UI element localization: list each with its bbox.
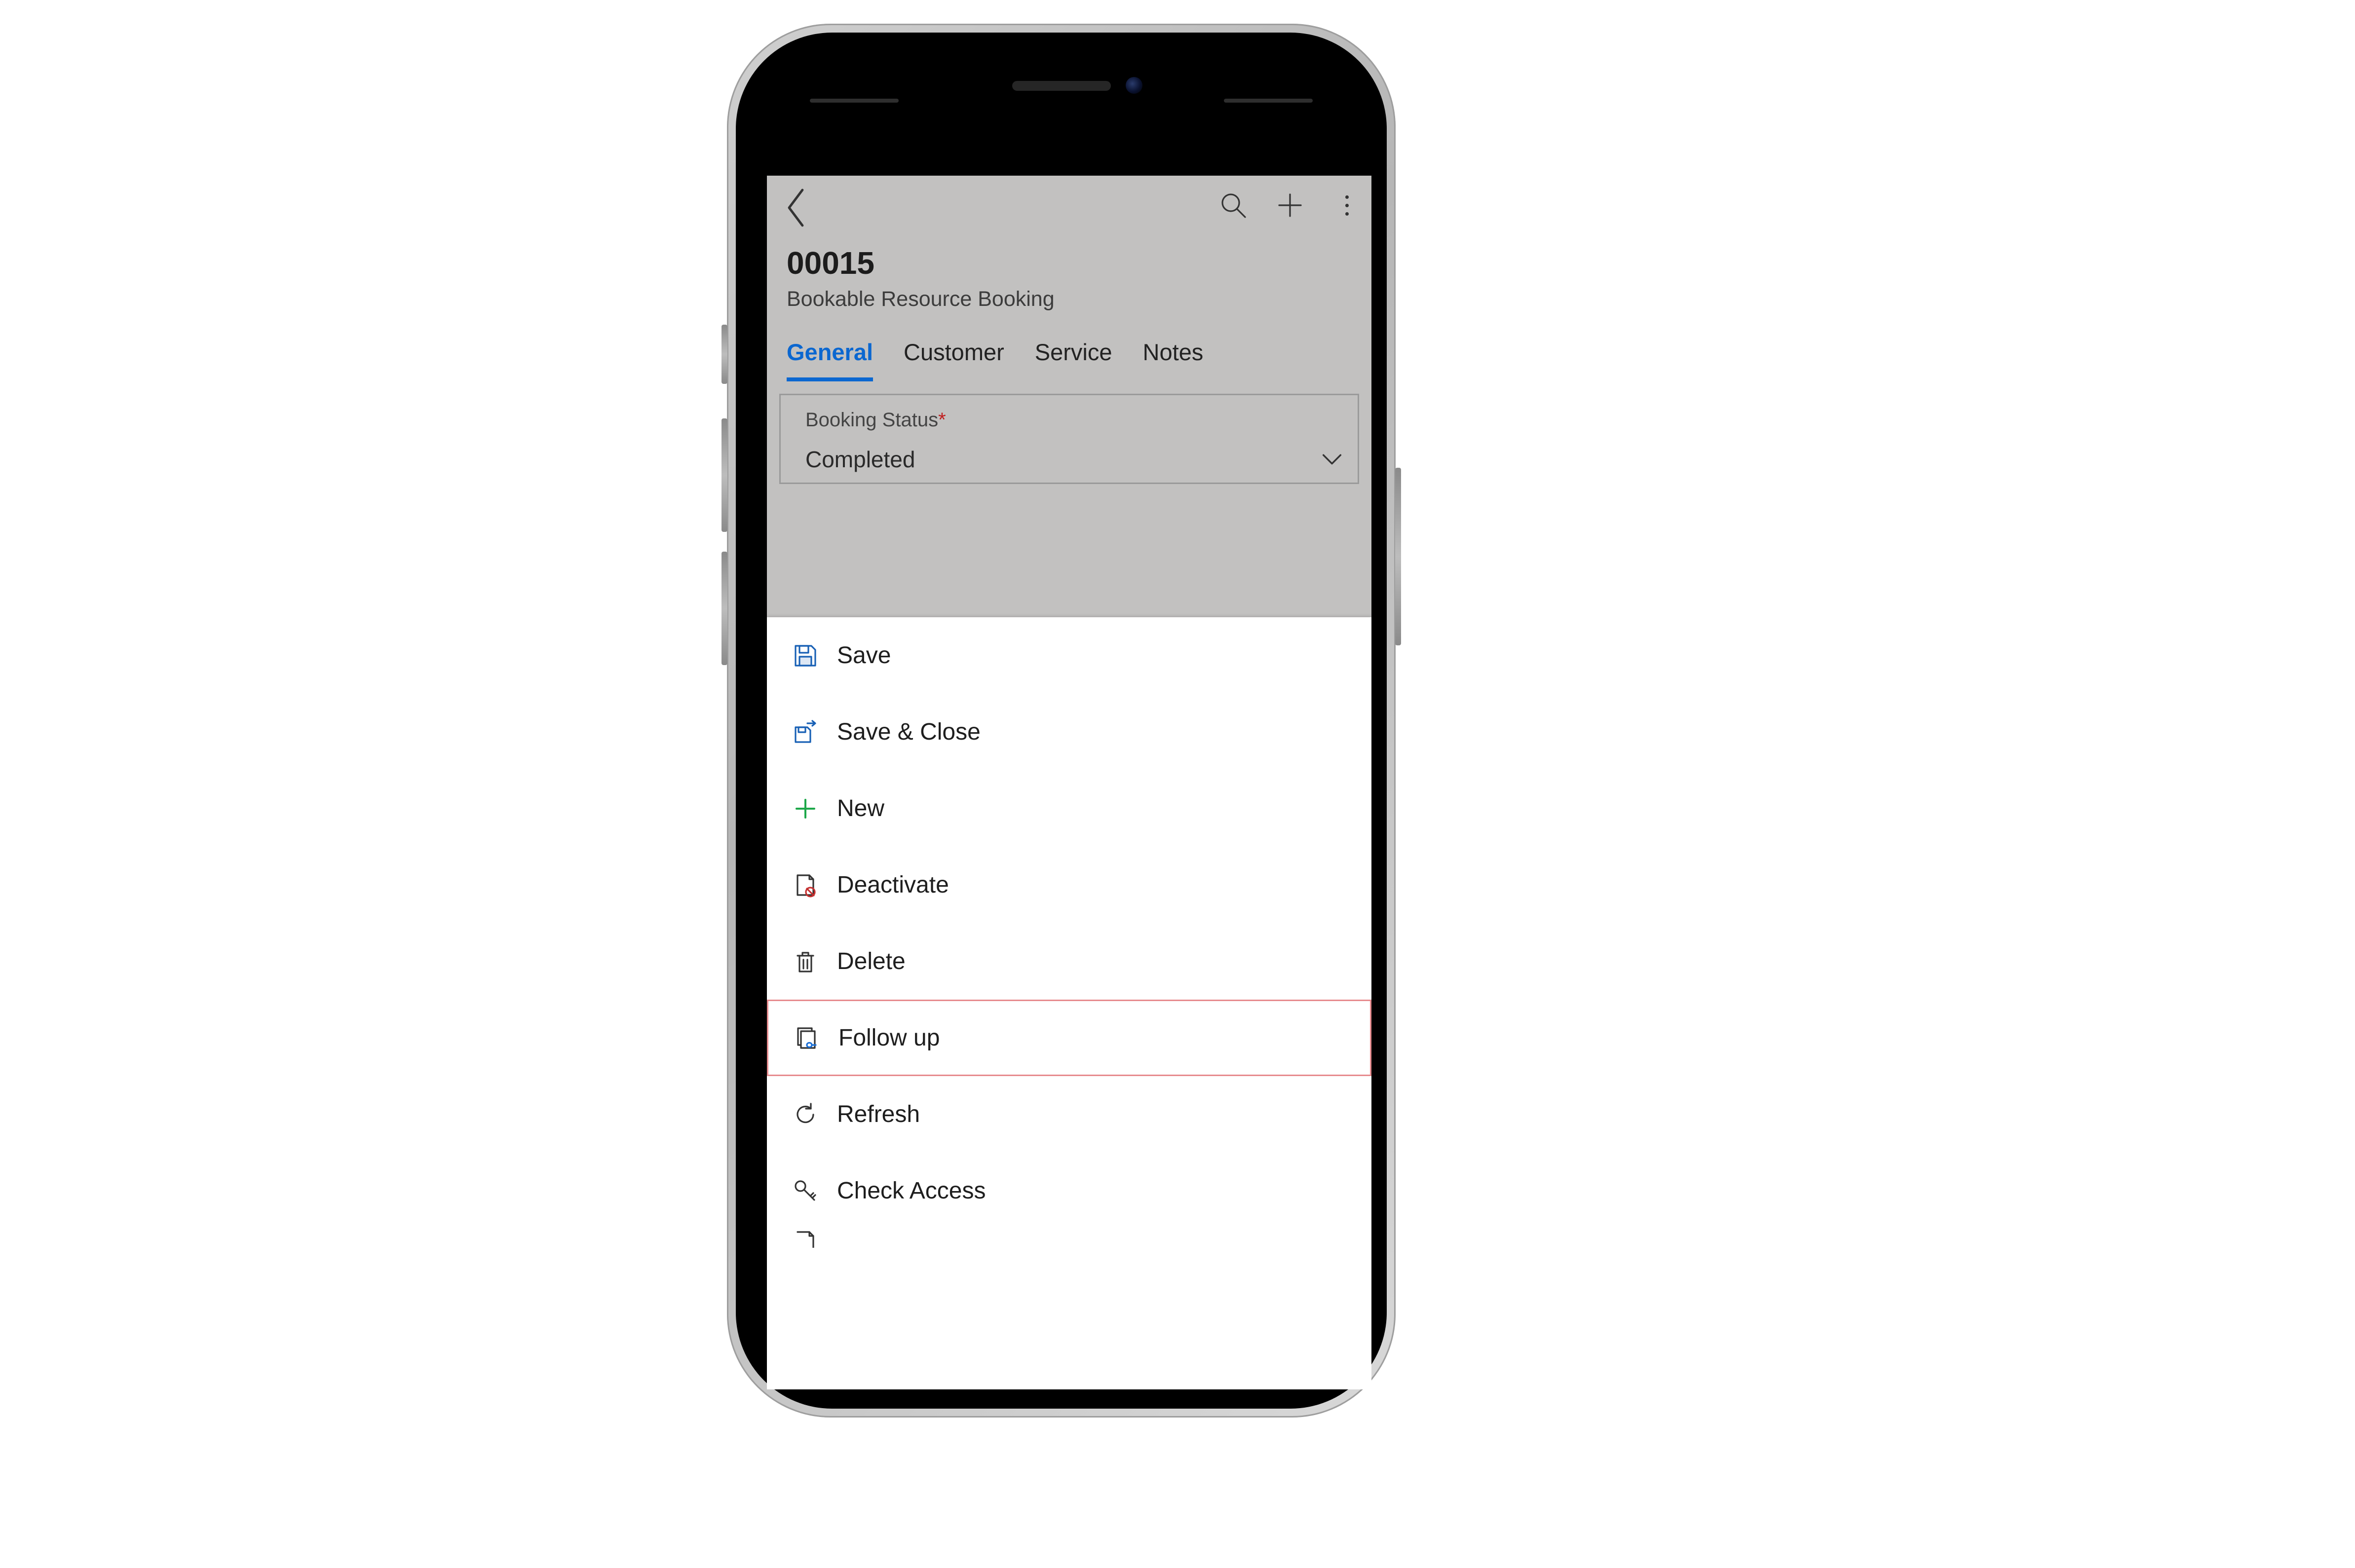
page-subtitle: Bookable Resource Booking (767, 281, 1371, 311)
search-button[interactable] (1218, 190, 1248, 220)
refresh-icon (793, 1102, 818, 1127)
menu-delete[interactable]: Delete (767, 923, 1371, 1000)
menu-label: Save & Close (837, 718, 981, 746)
tab-customer[interactable]: Customer (904, 338, 1004, 381)
chevron-down-icon (1321, 453, 1343, 466)
field-value: Completed (805, 446, 915, 473)
tabs: General Customer Service Notes (767, 311, 1371, 381)
menu-label: Check Access (837, 1177, 986, 1204)
menu-save-close[interactable]: Save & Close (767, 694, 1371, 770)
save-close-icon (793, 719, 818, 745)
action-sheet: Save Save & Close (767, 617, 1371, 1389)
menu-label: Save (837, 642, 891, 669)
back-button[interactable] (782, 190, 811, 225)
menu-follow-up[interactable]: Follow up (767, 1000, 1371, 1076)
plus-icon (793, 796, 818, 821)
chevron-left-icon (782, 186, 811, 230)
dot-icon (1345, 212, 1349, 216)
follow-up-icon (794, 1025, 820, 1051)
tab-notes[interactable]: Notes (1143, 338, 1204, 381)
menu-label: Delete (837, 948, 906, 975)
menu-label: New (837, 795, 884, 822)
page-title: 00015 (767, 245, 1371, 281)
required-indicator: * (938, 409, 946, 431)
speaker-grill-left-icon (810, 99, 899, 103)
field-label: Booking Status* (805, 409, 1343, 431)
dot-icon (1345, 195, 1349, 199)
add-button[interactable] (1275, 190, 1305, 220)
plus-icon (1275, 190, 1305, 220)
volume-up-button (722, 418, 727, 532)
menu-new[interactable]: New (767, 770, 1371, 847)
booking-status-field[interactable]: Booking Status* Completed (779, 394, 1359, 484)
dot-icon (1345, 204, 1349, 207)
speaker-grill-right-icon (1224, 99, 1313, 103)
key-icon (793, 1178, 818, 1204)
menu-refresh[interactable]: Refresh (767, 1076, 1371, 1153)
mute-switch (722, 325, 727, 384)
power-button (1395, 468, 1401, 645)
overflow-menu-button[interactable] (1332, 190, 1362, 220)
search-icon (1218, 190, 1248, 220)
save-icon (793, 643, 818, 669)
menu-save[interactable]: Save (767, 617, 1371, 694)
trash-icon (793, 949, 818, 974)
app-screen: 00015 Bookable Resource Booking General … (767, 176, 1371, 1389)
volume-down-button (722, 552, 727, 665)
field-label-text: Booking Status (805, 409, 938, 431)
menu-item-cutoff (767, 1229, 1371, 1248)
front-camera-icon (1126, 77, 1142, 94)
menu-label: Deactivate (837, 871, 949, 898)
document-icon (793, 1229, 818, 1248)
menu-deactivate[interactable]: Deactivate (767, 847, 1371, 923)
menu-label: Refresh (837, 1101, 920, 1128)
menu-check-access[interactable]: Check Access (767, 1153, 1371, 1229)
deactivate-icon (793, 872, 818, 898)
phone-frame: 00015 Bookable Resource Booking General … (727, 24, 1396, 1418)
earpiece-speaker-icon (1012, 81, 1111, 91)
menu-label: Follow up (838, 1024, 940, 1051)
tab-service[interactable]: Service (1035, 338, 1112, 381)
tab-general[interactable]: General (787, 338, 873, 381)
